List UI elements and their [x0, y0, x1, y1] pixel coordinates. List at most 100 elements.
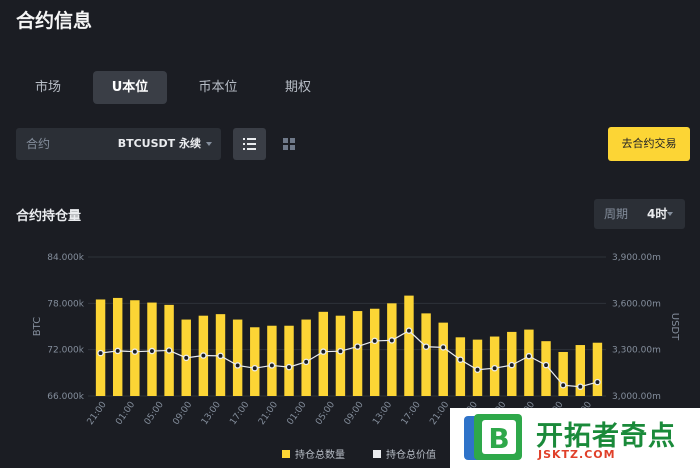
line-point	[114, 347, 121, 355]
page-title: 合约信息	[16, 10, 93, 32]
tab-options[interactable]: 期权	[266, 71, 330, 104]
bar	[284, 325, 294, 396]
bar	[112, 297, 123, 396]
x-tick-label: 13:00	[200, 400, 223, 427]
bar	[369, 308, 380, 396]
line-point	[559, 381, 567, 389]
bar	[558, 351, 568, 396]
bar	[301, 319, 311, 396]
line-point	[285, 363, 293, 371]
line-point	[508, 361, 516, 369]
x-tick-label: 09:00	[343, 400, 366, 427]
watermark-url: JSKTZ.COM	[538, 448, 616, 461]
line-point	[165, 347, 173, 354]
x-tick-label: 05:00	[314, 400, 337, 427]
brand-logo-icon: B	[464, 414, 522, 460]
tab-usdt-margined[interactable]: U本位	[93, 71, 167, 104]
x-tick-label: 09:00	[171, 400, 194, 427]
contract-select-label: 合约	[26, 137, 51, 151]
tab-spacer	[167, 71, 176, 104]
x-tick-label: 01:00	[114, 400, 137, 427]
y-left-axis-title: BTC	[32, 317, 43, 336]
period-label: 周期	[604, 207, 629, 221]
line-point	[542, 361, 550, 369]
bar	[438, 322, 448, 396]
bar	[267, 325, 277, 396]
period-select[interactable]: 周期 4时	[594, 199, 685, 229]
line-point	[131, 348, 139, 355]
contract-select-value: BTCUSDT 永续	[117, 137, 201, 150]
y-left-tick-label: 66.000k	[47, 392, 84, 402]
bar	[592, 342, 603, 396]
list-icon	[243, 138, 256, 150]
list-view-button[interactable]	[233, 128, 266, 160]
chevron-down-icon	[206, 142, 212, 146]
x-tick-label: 21:00	[86, 400, 109, 427]
line-point	[439, 344, 447, 351]
bar	[335, 315, 346, 396]
tab-spacer	[80, 71, 93, 104]
y-right-tick-label: 3,000.00m	[612, 392, 661, 402]
section-title: 合约持仓量	[16, 209, 82, 224]
line-point	[388, 337, 396, 344]
bar	[232, 319, 243, 396]
legend-swatch	[282, 449, 290, 458]
grid-view-button[interactable]	[272, 128, 305, 160]
line-point	[268, 362, 276, 369]
y-left-tick-label: 78.000k	[47, 299, 84, 309]
bar	[352, 311, 363, 396]
y-left-tick-label: 84.000k	[47, 253, 84, 263]
line-point	[200, 352, 207, 359]
y-right-tick-label: 3,300.00m	[612, 346, 661, 356]
x-tick-label: 17:00	[228, 400, 251, 427]
legend-item-quantity[interactable]: 持仓总数量	[282, 446, 345, 461]
legend-label: 持仓总数量	[295, 450, 345, 461]
bar	[387, 303, 397, 396]
legend-label: 持仓总价值	[386, 450, 436, 461]
bar	[130, 300, 140, 396]
line-point	[302, 358, 310, 366]
line-point	[234, 362, 241, 369]
x-tick-label: 17:00	[400, 400, 423, 427]
watermark: B 开拓者奇点 JSKTZ.COM	[450, 408, 700, 468]
x-tick-label: 21:00	[257, 400, 280, 427]
y-right-tick-label: 3,600.00m	[612, 299, 661, 309]
line-point	[525, 352, 533, 360]
line-point	[182, 354, 190, 362]
line-point	[371, 337, 378, 345]
x-tick-label: 13:00	[371, 400, 394, 427]
y-left-tick-label: 72.000k	[47, 346, 84, 356]
chart-legend: 持仓总数量 持仓总价值	[282, 446, 436, 461]
x-tick-label: 01:00	[286, 400, 309, 427]
y-right-tick-label: 3,900.00m	[612, 253, 661, 263]
tab-coin-margined[interactable]: 币本位	[176, 71, 260, 104]
grid-icon	[283, 138, 295, 150]
line-point	[422, 343, 430, 350]
line-point	[491, 364, 498, 372]
line-point	[354, 343, 361, 350]
x-tick-label: 21:00	[428, 400, 451, 427]
line-point	[337, 347, 344, 355]
line-point	[97, 349, 104, 357]
line-point	[577, 383, 584, 390]
line-point	[148, 347, 156, 355]
line-point	[457, 356, 464, 363]
line-point	[405, 327, 413, 334]
line-point	[594, 378, 601, 386]
line-point	[217, 352, 224, 360]
legend-swatch	[373, 449, 381, 458]
bar	[404, 295, 414, 396]
bar	[455, 337, 466, 396]
line-point	[474, 366, 481, 373]
y-right-axis-title: USDT	[669, 313, 680, 341]
go-to-futures-trade-button[interactable]: 去合约交易	[608, 127, 690, 161]
bar	[524, 329, 534, 396]
chevron-down-icon	[667, 212, 673, 216]
logo-letter: B	[488, 422, 509, 455]
market-tabs: 市场 U本位 币本位 期权	[16, 71, 330, 104]
legend-item-value[interactable]: 持仓总价值	[373, 446, 436, 461]
x-tick-label: 05:00	[143, 400, 166, 427]
tab-market[interactable]: 市场	[16, 71, 80, 104]
contract-select[interactable]: 合约 BTCUSDT 永续	[16, 128, 221, 160]
bar	[95, 299, 106, 396]
